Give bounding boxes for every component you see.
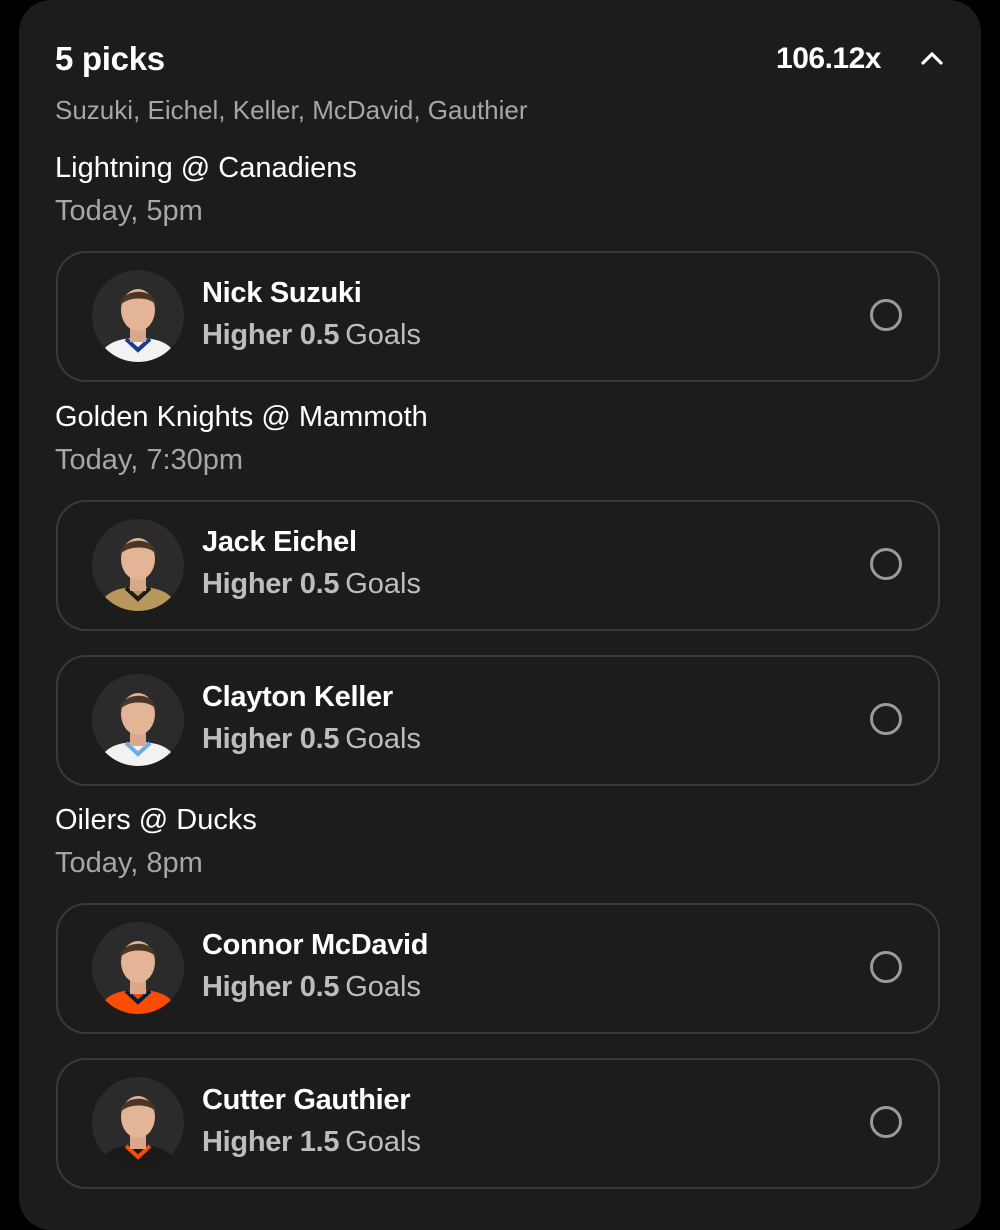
player-headshot-icon bbox=[98, 693, 178, 766]
player-avatar bbox=[92, 519, 184, 611]
game-time: Today, 5pm bbox=[55, 195, 203, 227]
pick-stat: Goals bbox=[345, 723, 421, 755]
player-headshot-icon bbox=[98, 289, 178, 362]
select-radio-icon[interactable] bbox=[870, 548, 902, 580]
pick-card[interactable]: Jack Eichel Higher 0.5 Goals bbox=[56, 500, 940, 631]
player-name: Connor McDavid bbox=[202, 929, 429, 961]
player-name: Jack Eichel bbox=[202, 526, 357, 558]
pick-line: Higher 1.5 Goals bbox=[202, 1126, 421, 1159]
player-headshot-icon bbox=[98, 538, 178, 611]
pick-stat: Goals bbox=[345, 971, 421, 1003]
game-matchup: Golden Knights @ Mammoth bbox=[55, 401, 428, 433]
pick-card[interactable]: Cutter Gauthier Higher 1.5 Goals bbox=[56, 1058, 940, 1189]
select-radio-icon[interactable] bbox=[870, 1106, 902, 1138]
picks-count-title: 5 picks bbox=[55, 40, 165, 77]
chevron-up-icon[interactable] bbox=[919, 46, 945, 72]
player-avatar bbox=[92, 922, 184, 1014]
game-matchup: Oilers @ Ducks bbox=[55, 804, 257, 836]
pick-direction: Higher 0.5 bbox=[202, 568, 340, 600]
pick-line: Higher 0.5 Goals bbox=[202, 723, 421, 756]
entry-header: 5 picks 106.12x bbox=[55, 40, 945, 84]
select-radio-icon[interactable] bbox=[870, 703, 902, 735]
entry-panel: 5 picks 106.12x Suzuki, Eichel, Keller, … bbox=[19, 0, 981, 1230]
pick-direction: Higher 0.5 bbox=[202, 723, 340, 755]
pick-direction: Higher 0.5 bbox=[202, 971, 340, 1003]
game-matchup: Lightning @ Canadiens bbox=[55, 152, 357, 184]
pick-direction: Higher 0.5 bbox=[202, 319, 340, 351]
player-name: Cutter Gauthier bbox=[202, 1084, 411, 1116]
player-name: Nick Suzuki bbox=[202, 277, 362, 309]
player-avatar bbox=[92, 674, 184, 766]
pick-card[interactable]: Nick Suzuki Higher 0.5 Goals bbox=[56, 251, 940, 382]
player-name: Clayton Keller bbox=[202, 681, 393, 713]
pick-stat: Goals bbox=[345, 319, 421, 351]
game-time: Today, 8pm bbox=[55, 847, 203, 879]
player-summary: Suzuki, Eichel, Keller, McDavid, Gauthie… bbox=[55, 95, 528, 125]
player-avatar bbox=[92, 270, 184, 362]
select-radio-icon[interactable] bbox=[870, 951, 902, 983]
select-radio-icon[interactable] bbox=[870, 299, 902, 331]
pick-direction: Higher 1.5 bbox=[202, 1126, 340, 1158]
pick-stat: Goals bbox=[345, 568, 421, 600]
player-avatar bbox=[92, 1077, 184, 1169]
pick-line: Higher 0.5 Goals bbox=[202, 568, 421, 601]
game-time: Today, 7:30pm bbox=[55, 444, 244, 476]
pick-line: Higher 0.5 Goals bbox=[202, 319, 421, 352]
pick-card[interactable]: Clayton Keller Higher 0.5 Goals bbox=[56, 655, 940, 786]
payout-multiplier: 106.12x bbox=[776, 42, 881, 75]
pick-stat: Goals bbox=[345, 1126, 421, 1158]
pick-card[interactable]: Connor McDavid Higher 0.5 Goals bbox=[56, 903, 940, 1034]
pick-line: Higher 0.5 Goals bbox=[202, 971, 421, 1004]
player-headshot-icon bbox=[98, 1096, 178, 1169]
player-headshot-icon bbox=[98, 941, 178, 1014]
